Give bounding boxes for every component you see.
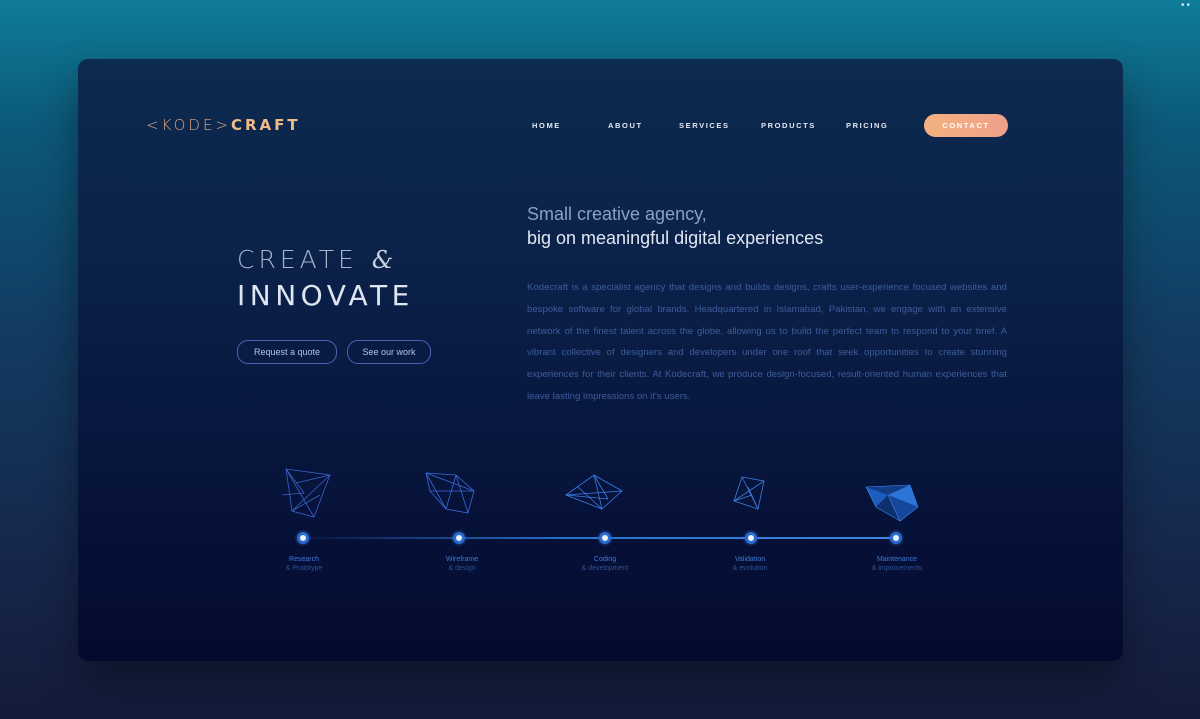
step-title: Research [289,556,319,563]
step-subtitle: & design [448,564,476,572]
step-subtitle: & improvements [871,564,923,572]
coding-polygon-icon [565,474,623,510]
validation-polygon-icon [733,476,765,510]
step-label-wireframe: Wireframe & design [412,556,512,573]
intro-paragraph: Kodecraft is a specialist agency that de… [527,282,1007,402]
step-dot-wireframe[interactable] [453,532,465,544]
step-label-coding: Coding & development [555,556,655,573]
hero-ampersand: & [371,246,394,274]
hero-headline-create: CREATE & [237,245,393,274]
wireframe-polygon-icon [425,472,475,514]
step-label-validation: Validation & evolution [700,556,800,573]
step-title: Validation [734,556,766,563]
nav-pricing[interactable]: PRICING [846,121,888,130]
step-subtitle: & development [581,564,629,572]
step-title: Wireframe [445,556,479,563]
step-title: Coding [593,556,617,563]
step-subtitle: & evolution [732,564,768,572]
window-corner-dots: •• [1180,0,1192,11]
step-title: Maintenance [876,556,918,563]
contact-button[interactable]: CONTACT [924,114,1008,137]
request-quote-button[interactable]: Request a quote [237,340,337,364]
research-polygon-icon [281,468,331,518]
tagline-line-1: Small creative agency, [527,204,707,224]
maintenance-polygon-icon [865,484,919,522]
step-dot-maintenance[interactable] [890,532,902,544]
hero-headline-innovate: INNOVATE [237,279,414,312]
hero-word-create: CREATE [237,245,358,274]
nav-products[interactable]: PRODUCTS [761,121,816,130]
tagline-line-2: big on meaningful digital experiences [527,228,824,248]
nav-about[interactable]: ABOUT [608,121,643,130]
see-our-work-button[interactable]: See our work [347,340,431,364]
step-label-research: Research & Prototype [254,556,354,573]
nav-home[interactable]: HOME [532,121,561,130]
step-dot-coding[interactable] [599,532,611,544]
step-dot-research[interactable] [297,532,309,544]
nav-services[interactable]: SERVICES [679,121,730,130]
landing-page-frame: <KODE>CRAFT HOME ABOUT SERVICES PRODUCTS… [78,59,1123,661]
step-dot-validation[interactable] [745,532,757,544]
step-subtitle: & Prototype [285,564,323,572]
step-label-maintenance: Maintenance & improvements [847,556,947,573]
